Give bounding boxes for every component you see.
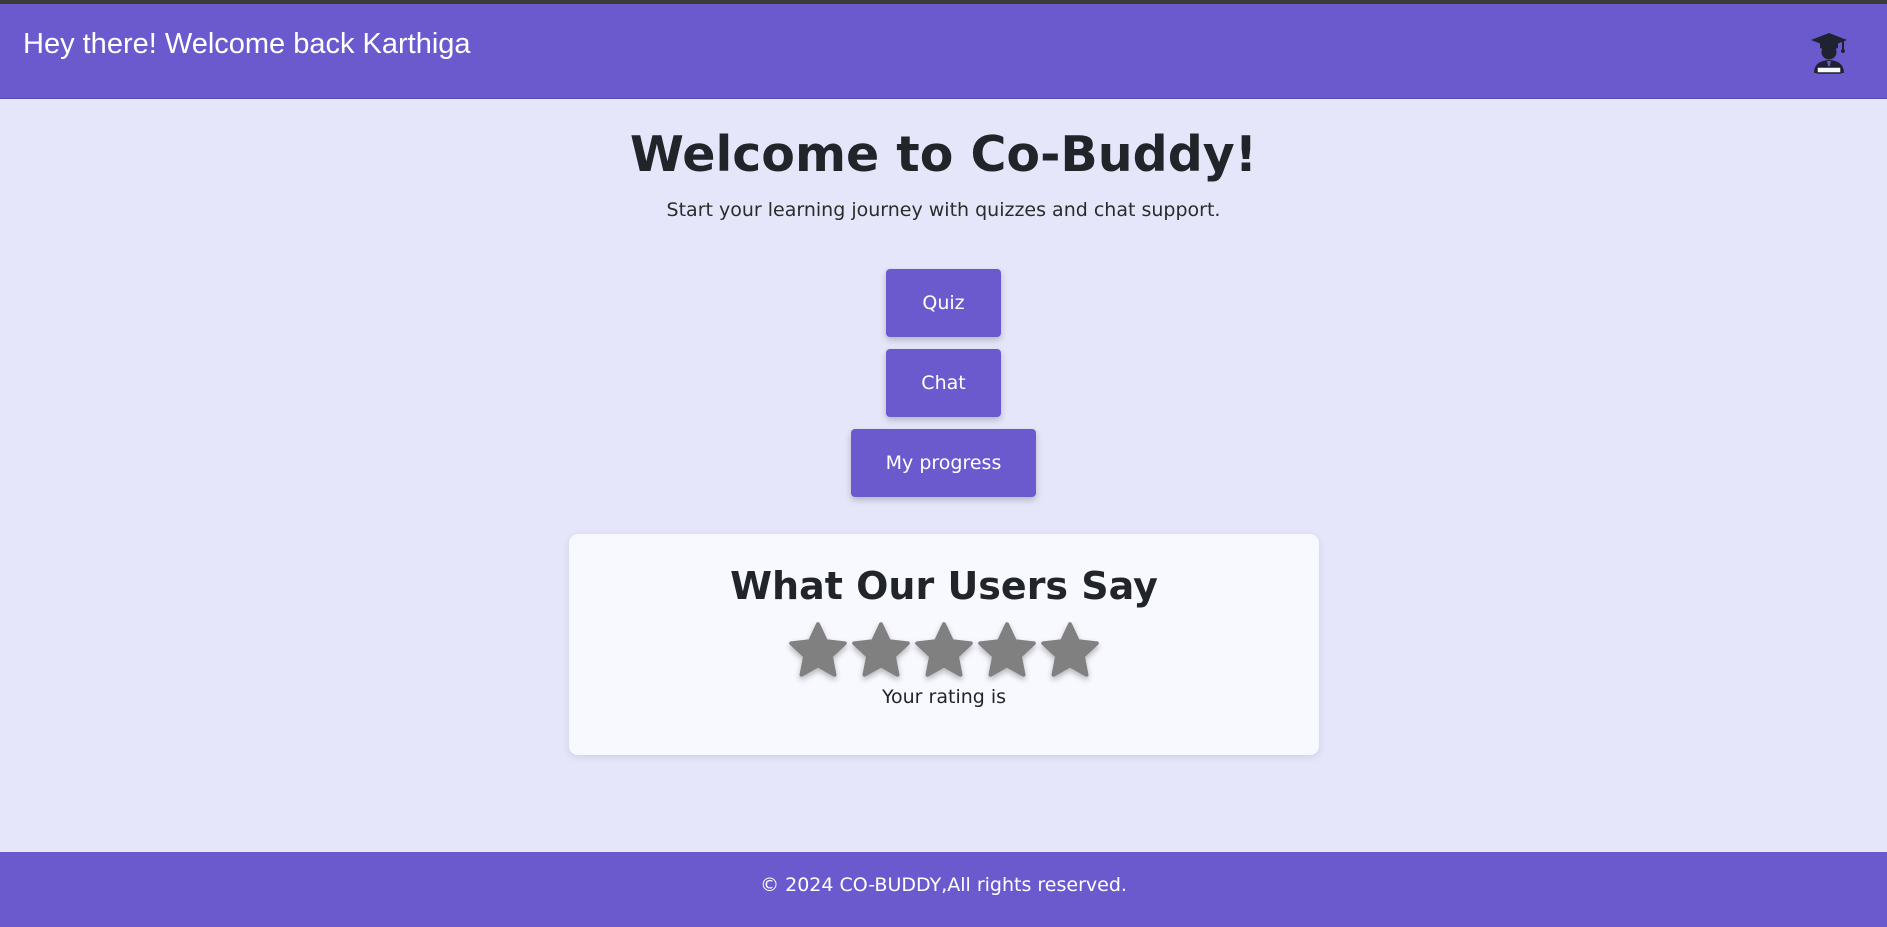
star-icon[interactable] [850,620,912,682]
my-progress-button[interactable]: My progress [851,429,1036,497]
chat-button[interactable]: Chat [886,349,1001,417]
graduate-user-icon[interactable] [1806,29,1852,75]
star-icon[interactable] [1039,620,1101,682]
page-title: Welcome to Co-Buddy! [629,126,1258,183]
top-bar: Hey there! Welcome back Karthiga [0,4,1887,99]
star-icon[interactable] [913,620,975,682]
quiz-button[interactable]: Quiz [886,269,1001,337]
reviews-title: What Our Users Say [730,564,1158,608]
copyright-text: © 2024 CO-BUDDY,All rights reserved. [760,874,1127,896]
page-subtitle: Start your learning journey with quizzes… [666,199,1221,221]
page: Hey there! Welcome back Karthiga Welcome… [0,4,1887,927]
footer: © 2024 CO-BUDDY,All rights reserved. [0,852,1887,927]
welcome-greeting: Hey there! Welcome back Karthiga [23,28,471,60]
rating-text: Your rating is [881,686,1007,708]
star-rating [787,620,1101,684]
star-icon[interactable] [787,620,849,682]
reviews-card: What Our Users Say Your rating is [569,534,1319,755]
star-icon[interactable] [976,620,1038,682]
